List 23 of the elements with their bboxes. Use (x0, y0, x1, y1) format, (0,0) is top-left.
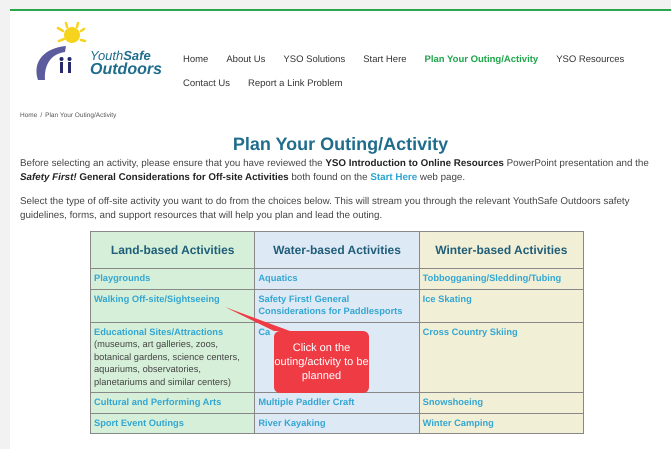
nav-link[interactable]: Home (183, 52, 218, 67)
nav-link[interactable]: YSO Resources (556, 52, 634, 67)
activity-link[interactable]: Ca (258, 326, 270, 338)
activity-link[interactable]: Educational Sites/Attractions (94, 326, 224, 338)
intro-paragraph: Before selecting an activity, please ensure that you have reviewed the YSO Introduction to Online Resources PowerPoint presentation and the Safety First! General Considerations for Off-site Activities both found on the Start Here web page. (20, 157, 650, 185)
column-header: Land-based Activities (90, 232, 255, 268)
nav-link[interactable]: About Us (226, 52, 274, 67)
nav-link[interactable]: Plan Your Outing/Activity (424, 52, 548, 67)
logo-wordmark-line: Outdoors (90, 62, 162, 78)
nav-link[interactable]: YSO Solutions (283, 52, 354, 67)
nav-link[interactable]: Start Here (363, 52, 416, 67)
activity-link[interactable]: Aquatics (258, 272, 298, 284)
activity-link[interactable]: Ice Skating (422, 292, 472, 305)
nav-link[interactable]: Contact Us (183, 76, 239, 91)
column-header: Winter-based Activities (419, 232, 584, 268)
column-header: Water-based Activities (254, 232, 420, 268)
activity-note: (museums, art galleries, zoos, botanical gardens, science centers, aquariums, observatories, planetariums and similar centers) (94, 338, 241, 388)
start-here-link[interactable]: Start Here (370, 172, 418, 183)
page-title: Plan Your Outing/Activity (232, 133, 450, 155)
activity-link[interactable]: Cross Country Skiing (422, 326, 518, 338)
instructions-paragraph: Select the type of off-site activity you want to do from the choices below. This will stream you through the relevant YouthSafe Outdoors safety guidelines, forms, and support resources that will help you plan and lead the outing. (20, 195, 631, 223)
nav-link[interactable]: Report a Link Problem (248, 76, 352, 91)
logo-wordmark: YouthSafe (90, 49, 151, 62)
